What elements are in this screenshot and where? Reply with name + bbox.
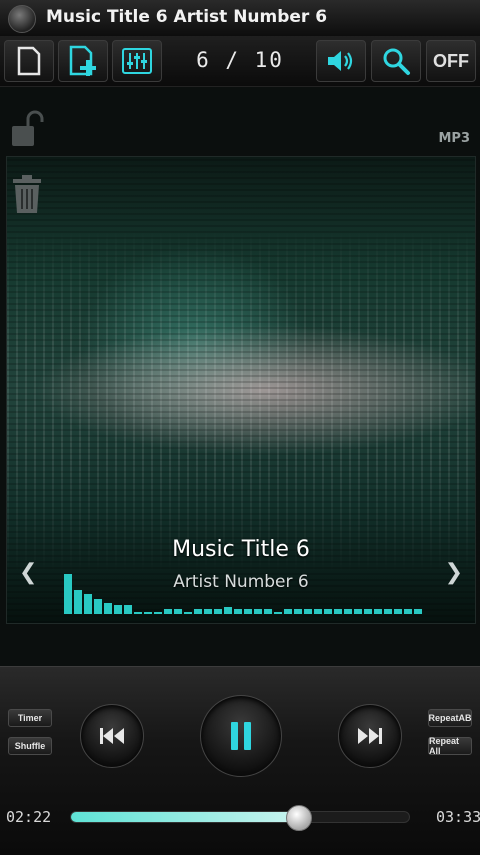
visualizer-bar bbox=[184, 612, 192, 614]
visualizer-bar bbox=[124, 605, 132, 614]
total-time: 03:33 bbox=[436, 808, 480, 826]
skip-forward-icon bbox=[358, 728, 382, 744]
window-title: Music Title 6 Artist Number 6 bbox=[46, 7, 328, 27]
seek-bar[interactable] bbox=[70, 805, 410, 831]
toolbar: 6 / 10 OFF bbox=[0, 36, 480, 87]
visualizer-bar bbox=[244, 609, 252, 614]
visualizer-bar bbox=[74, 590, 82, 614]
volume-button[interactable] bbox=[316, 40, 366, 82]
visualizer-bar bbox=[404, 609, 412, 614]
visualizer-bar bbox=[414, 609, 422, 614]
visualizer-bar bbox=[324, 609, 332, 614]
lock-button[interactable] bbox=[10, 110, 46, 152]
visualizer-bar bbox=[294, 609, 302, 614]
visualizer-bar bbox=[94, 599, 102, 614]
play-pause-button[interactable] bbox=[200, 695, 282, 777]
speaker-icon bbox=[328, 51, 353, 71]
app-logo bbox=[8, 5, 36, 33]
equalizer-icon bbox=[122, 48, 152, 74]
previous-art-button[interactable]: ❮ bbox=[19, 562, 37, 584]
title-bar: Music Title 6 Artist Number 6 bbox=[0, 0, 480, 37]
trash-icon bbox=[13, 175, 41, 213]
playback-controls: Timer Shuffle RepeatAB Repeat All bbox=[0, 666, 480, 855]
visualizer-bar bbox=[104, 603, 112, 614]
seek-bar-fill bbox=[71, 812, 298, 822]
song-title: Music Title 6 bbox=[172, 537, 310, 562]
elapsed-time: 02:22 bbox=[6, 808, 52, 826]
delete-button[interactable] bbox=[11, 175, 43, 219]
visualizer-bar bbox=[334, 609, 342, 614]
next-art-button[interactable]: ❯ bbox=[445, 562, 463, 584]
timer-button[interactable]: Timer bbox=[8, 709, 52, 727]
visualizer-bar bbox=[274, 612, 282, 614]
album-artwork: Music Title 6 Artist Number 6 ❮ ❯ bbox=[6, 156, 476, 624]
search-icon bbox=[383, 48, 410, 75]
repeat-ab-button[interactable]: RepeatAB bbox=[428, 709, 472, 727]
visualizer-bar bbox=[354, 609, 362, 614]
open-file-button[interactable] bbox=[4, 40, 54, 82]
document-icon bbox=[17, 46, 41, 76]
previous-track-button[interactable] bbox=[80, 704, 144, 768]
visualizer-bar bbox=[234, 609, 242, 614]
visualizer-bar bbox=[304, 609, 312, 614]
shuffle-button[interactable]: Shuffle bbox=[8, 737, 52, 755]
visualizer-bar bbox=[264, 609, 272, 614]
unlock-icon bbox=[12, 110, 44, 146]
seek-handle[interactable] bbox=[285, 805, 312, 831]
visualizer-bar bbox=[134, 612, 142, 614]
track-counter: 6 / 10 bbox=[196, 48, 284, 72]
visualizer-bar bbox=[204, 609, 212, 614]
song-artist: Artist Number 6 bbox=[173, 572, 309, 592]
visualizer-bar bbox=[344, 609, 352, 614]
equalizer-button[interactable] bbox=[112, 40, 162, 82]
search-button[interactable] bbox=[371, 40, 421, 82]
chevron-left-icon: ❮ bbox=[19, 560, 38, 585]
visualizer-bar bbox=[394, 609, 402, 614]
visualizer-bar bbox=[144, 612, 152, 614]
visualizer-bar bbox=[224, 607, 232, 614]
visualizer-bar bbox=[364, 609, 372, 614]
visualizer-bar bbox=[114, 605, 122, 614]
visualizer-bar bbox=[84, 594, 92, 614]
sleep-off-button[interactable]: OFF bbox=[426, 40, 476, 82]
visualizer-bar bbox=[154, 612, 162, 614]
visualizer-bar bbox=[384, 609, 392, 614]
skip-back-icon bbox=[100, 728, 124, 744]
add-file-icon bbox=[69, 45, 96, 76]
visualizer-bar bbox=[164, 609, 172, 614]
repeat-all-button[interactable]: Repeat All bbox=[428, 736, 472, 756]
visualizer-bar bbox=[214, 609, 222, 614]
visualizer-bar bbox=[194, 609, 202, 614]
pause-icon bbox=[231, 722, 251, 750]
format-label: MP3 bbox=[438, 131, 470, 146]
visualizer-bar bbox=[314, 609, 322, 614]
visualizer-bar bbox=[284, 609, 292, 614]
chevron-right-icon: ❯ bbox=[444, 560, 463, 585]
visualizer-bar bbox=[254, 609, 262, 614]
next-track-button[interactable] bbox=[338, 704, 402, 768]
add-to-playlist-button[interactable] bbox=[58, 40, 108, 82]
off-label: OFF bbox=[433, 50, 469, 71]
visualizer-bar bbox=[64, 574, 72, 614]
visualizer-bar bbox=[174, 609, 182, 614]
visualizer-bar bbox=[374, 609, 382, 614]
